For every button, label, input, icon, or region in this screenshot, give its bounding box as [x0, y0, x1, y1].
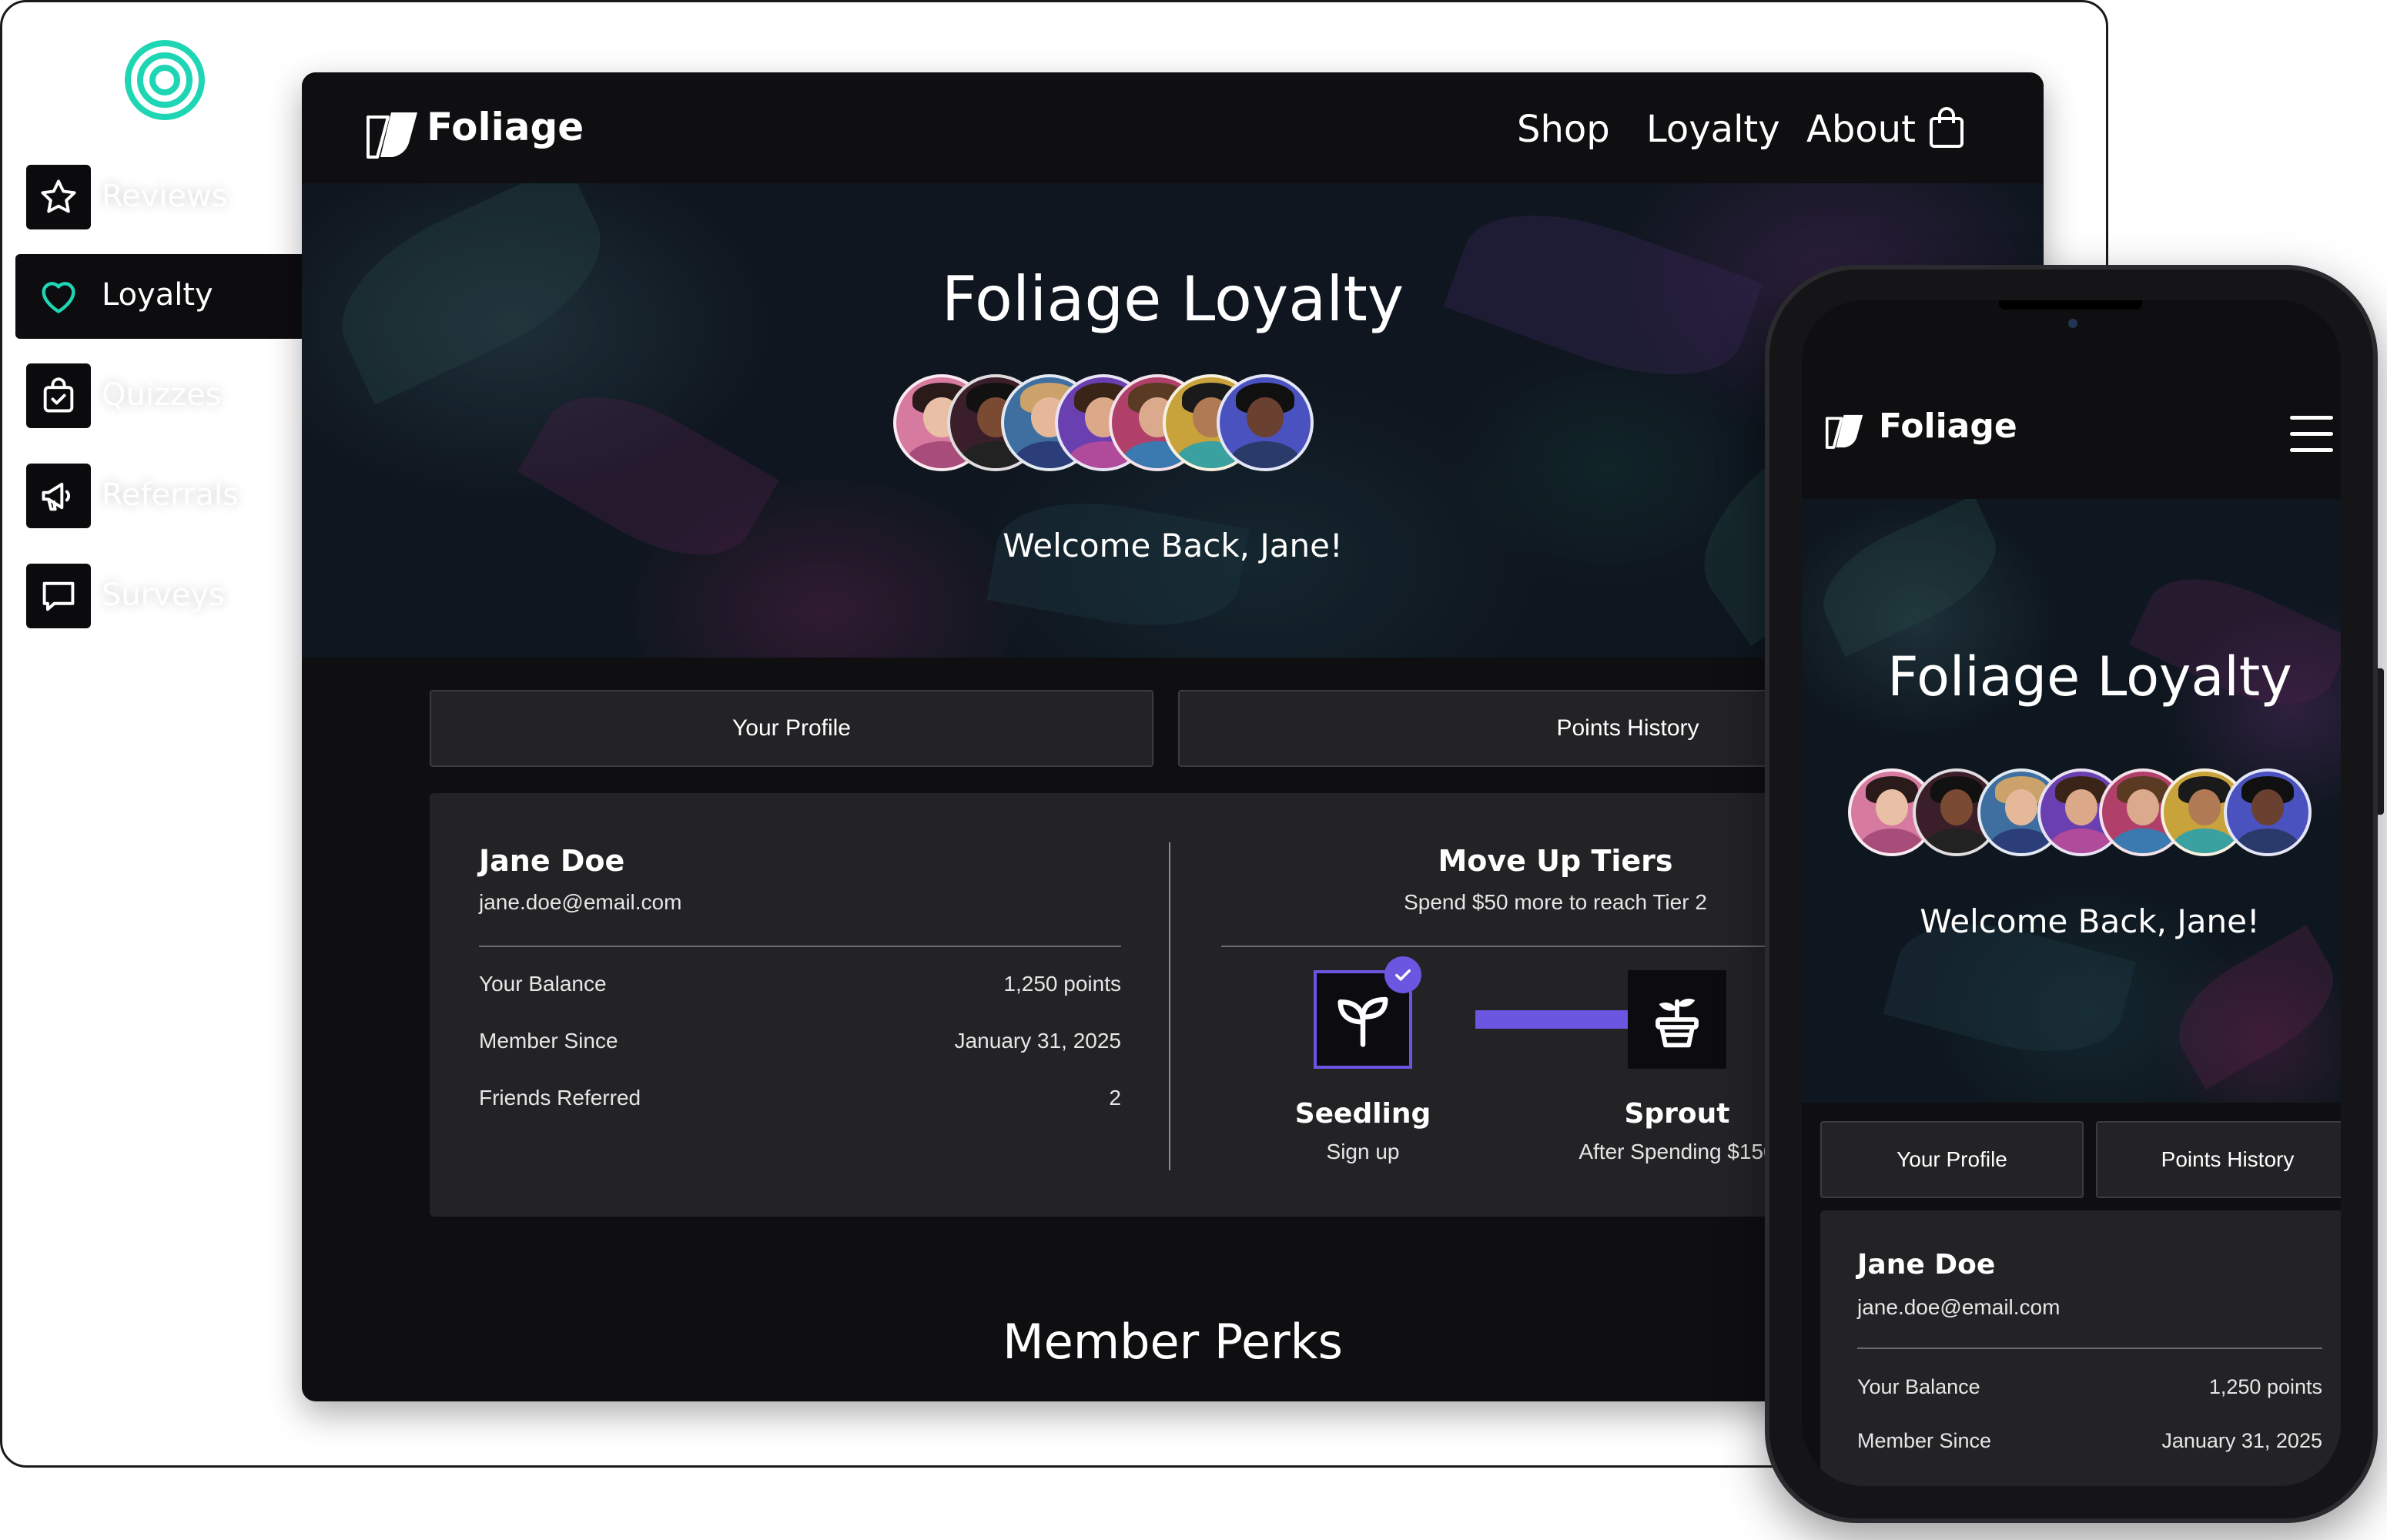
stat-row-friends-referred: Friends Referred 2	[479, 1086, 1121, 1116]
sidebar-item-label: Loyalty	[102, 277, 213, 313]
sidebar-item-referrals[interactable]: Referrals	[0, 454, 308, 539]
profile-email: jane.doe@email.com	[479, 890, 682, 914]
hero-banner: Foliage Loyalty Welcome Back, Jane!	[1802, 499, 2341, 1103]
shopping-bag-icon[interactable]	[1928, 106, 1965, 149]
sidebar-item-label: Quizzes	[102, 377, 222, 413]
megaphone-icon	[26, 464, 91, 528]
tab-points-history[interactable]: Points History	[2096, 1121, 2341, 1198]
sidebar-item-label: Referrals	[102, 477, 239, 513]
stat-label: Member Since	[1857, 1429, 1992, 1452]
stat-label: Your Balance	[1857, 1375, 1980, 1398]
hero-title: Foliage Loyalty	[941, 263, 1404, 335]
hamburger-menu-icon[interactable]	[2290, 416, 2333, 453]
camera-icon	[2068, 319, 2077, 328]
tier-sprout-badge	[1628, 970, 1726, 1069]
profile-name: Jane Doe	[479, 844, 625, 878]
tier-progress-fill	[1475, 1010, 1641, 1029]
tab-your-profile[interactable]: Your Profile	[1820, 1121, 2084, 1198]
welcome-message: Welcome Back, Jane!	[1920, 902, 2260, 940]
avatar-group	[1802, 768, 2341, 861]
stat-value: 2	[2311, 1483, 2322, 1486]
stat-value: 1,250 points	[1003, 972, 1121, 996]
profile-email: jane.doe@email.com	[1857, 1295, 2061, 1319]
profile-name: Jane Doe	[1857, 1249, 1996, 1281]
vertical-divider	[1169, 842, 1170, 1170]
stat-value: 2	[1109, 1086, 1121, 1110]
stat-row-member-since: Member Since January 31, 2025	[479, 1029, 1121, 1060]
hero-title: Foliage Loyalty	[1887, 645, 2292, 708]
sidebar-item-loyalty[interactable]: Loyalty	[15, 254, 317, 339]
sidebar-item-label: Surveys	[102, 578, 225, 613]
stat-row-balance: Your Balance 1,250 points	[1857, 1375, 2322, 1406]
brand-logo-icon	[125, 40, 205, 120]
sidebar-item-reviews[interactable]: Reviews	[0, 156, 308, 240]
stat-label: Your Balance	[479, 972, 607, 996]
stat-row-balance: Your Balance 1,250 points	[479, 972, 1121, 1003]
top-nav: Foliage Shop Loyalty About	[302, 72, 2044, 183]
stat-value: 1,250 points	[2208, 1375, 2322, 1398]
stat-row-member-since: Member Since January 31, 2025	[1857, 1429, 2322, 1460]
phone-screen: Foliage Foliage Loyalty Welcome Back, Ja…	[1802, 300, 2341, 1486]
sidebar-item-quizzes[interactable]: Quizzes	[0, 354, 308, 439]
stat-label: Member Since	[479, 1029, 618, 1053]
sidebar-item-surveys[interactable]: Surveys	[0, 554, 308, 639]
stat-value: January 31, 2025	[2161, 1429, 2322, 1452]
nav-link-loyalty[interactable]: Loyalty	[1646, 108, 1780, 151]
brand-name[interactable]: Foliage	[427, 105, 584, 149]
avatar	[2224, 768, 2312, 856]
tab-your-profile[interactable]: Your Profile	[430, 690, 1153, 767]
nav-link-about[interactable]: About	[1806, 108, 1916, 151]
tier-name-seedling: Seedling	[1294, 1098, 1431, 1130]
heart-icon	[26, 263, 91, 328]
sidebar-item-label: Reviews	[102, 179, 228, 214]
avatar	[1217, 374, 1314, 471]
tier-desc-seedling: Sign up	[1326, 1140, 1400, 1163]
stat-label: Friends Referred	[479, 1086, 641, 1110]
star-icon	[26, 165, 91, 229]
avatar-group	[302, 374, 2044, 474]
divider	[479, 946, 1121, 947]
potted-plant-icon	[1656, 999, 1699, 1048]
check-icon	[1384, 956, 1421, 993]
welcome-message: Welcome Back, Jane!	[1003, 527, 1343, 564]
stat-label: Friends Referred	[1857, 1483, 2014, 1486]
foliage-logo-icon	[367, 112, 417, 159]
divider	[1857, 1348, 2322, 1349]
nav-link-shop[interactable]: Shop	[1517, 108, 1610, 151]
stat-value: January 31, 2025	[954, 1029, 1121, 1053]
shopping-bag-check-icon	[26, 363, 91, 428]
profile-card: Jane Doe jane.doe@email.com Your Balance…	[1820, 1210, 2341, 1486]
stat-row-friends-referred: Friends Referred 2	[1857, 1483, 2322, 1486]
seedling-icon	[1337, 996, 1388, 1047]
chat-bubble-icon	[26, 564, 91, 628]
